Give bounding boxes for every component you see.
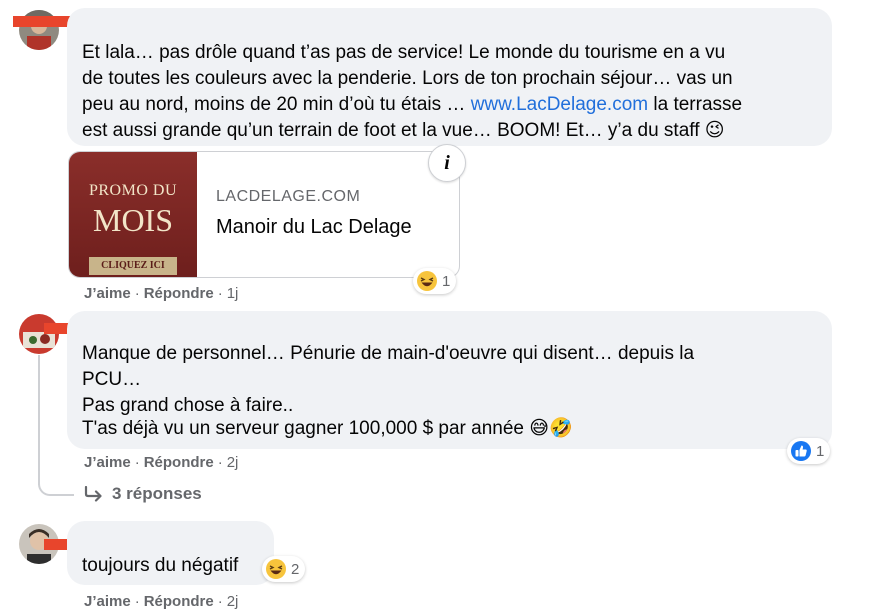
reply-action[interactable]: Répondre bbox=[144, 285, 214, 302]
comment-2-line-4: T'as déjà vu un serveur gagner 100,000 $… bbox=[82, 418, 573, 439]
laughing-emoji-icon bbox=[265, 558, 287, 580]
comment-1-bubble: Et lala… pas drôle quand t’as pas de ser… bbox=[67, 8, 832, 146]
link-title[interactable]: Manoir du Lac Delage bbox=[216, 216, 412, 239]
separator: · bbox=[134, 454, 140, 471]
comment-2-line-1: Manque de personnel… Pénurie de main-d'o… bbox=[82, 343, 695, 364]
comment-time[interactable]: 1j bbox=[227, 285, 239, 302]
comment-3-actions: J’aime · Répondre · 2j bbox=[84, 593, 238, 610]
view-replies-button[interactable]: 3 réponses bbox=[84, 484, 202, 504]
thread-line-curve bbox=[38, 484, 74, 496]
comment-3-line-1: toujours du négatif bbox=[82, 555, 239, 576]
comment-3-bubble: toujours du négatif bbox=[67, 521, 274, 585]
like-thumb-icon bbox=[790, 440, 812, 462]
like-action[interactable]: J’aime bbox=[84, 593, 131, 610]
comment-1-reaction[interactable]: 1 bbox=[413, 268, 457, 294]
lacdelage-link[interactable]: www.LacDelage.com bbox=[471, 94, 648, 115]
reply-arrow-icon bbox=[84, 486, 104, 502]
comment-1-line-3-text: peu au nord, moins de 20 min d’où tu éta… bbox=[82, 94, 471, 115]
comment-2-reaction[interactable]: 1 bbox=[787, 438, 831, 464]
reply-action[interactable]: Répondre bbox=[144, 454, 214, 471]
link-preview-card[interactable]: PROMO DU MOIS CLIQUEZ ICI LACDELAGE.COM … bbox=[68, 151, 460, 278]
comment-1-line-3: peu au nord, moins de 20 min d’où tu éta… bbox=[82, 92, 742, 118]
link-domain: LACDELAGE.COM bbox=[216, 188, 361, 205]
like-action[interactable]: J’aime bbox=[84, 454, 131, 471]
comment-time[interactable]: 2j bbox=[227, 593, 239, 610]
comment-2-actions: J’aime · Répondre · 2j bbox=[84, 454, 238, 471]
promo-image[interactable]: PROMO DU MOIS CLIQUEZ ICI bbox=[69, 152, 197, 277]
comment-3-reaction[interactable]: 2 bbox=[262, 556, 306, 582]
separator: · bbox=[134, 285, 140, 302]
comment-1-line-4: est aussi grande qu’un terrain de foot e… bbox=[82, 120, 725, 141]
comment-time[interactable]: 2j bbox=[227, 454, 239, 471]
reaction-count-1: 1 bbox=[442, 272, 451, 290]
comment-1-line-2: de toutes les couleurs avec la penderie.… bbox=[82, 68, 733, 89]
separator: · bbox=[217, 285, 223, 302]
reaction-count-3: 2 bbox=[291, 560, 300, 578]
info-icon[interactable]: i bbox=[428, 144, 466, 182]
separator: · bbox=[134, 593, 140, 610]
separator: · bbox=[217, 593, 223, 610]
comment-1-line-1: Et lala… pas drôle quand t’as pas de ser… bbox=[82, 42, 726, 63]
reply-action[interactable]: Répondre bbox=[144, 593, 214, 610]
promo-line-1: PROMO DU bbox=[88, 182, 177, 199]
promo-ribbon: CLIQUEZ ICI bbox=[89, 257, 177, 275]
reaction-count-2: 1 bbox=[816, 442, 825, 460]
replies-label: 3 réponses bbox=[112, 484, 202, 503]
comment-1-actions: J’aime · Répondre · 1j bbox=[84, 285, 238, 302]
thread-line bbox=[38, 355, 40, 485]
comment-1-line-3-after: la terrasse bbox=[648, 94, 743, 115]
comment-2-line-2: PCU… bbox=[82, 369, 142, 390]
commenter-2-avatar[interactable] bbox=[19, 314, 59, 354]
promo-line-2: MOIS bbox=[92, 202, 173, 238]
comment-2-bubble: Manque de personnel… Pénurie de main-d'o… bbox=[67, 311, 832, 449]
separator: · bbox=[217, 454, 223, 471]
laughing-emoji-icon bbox=[416, 270, 438, 292]
like-action[interactable]: J’aime bbox=[84, 285, 131, 302]
